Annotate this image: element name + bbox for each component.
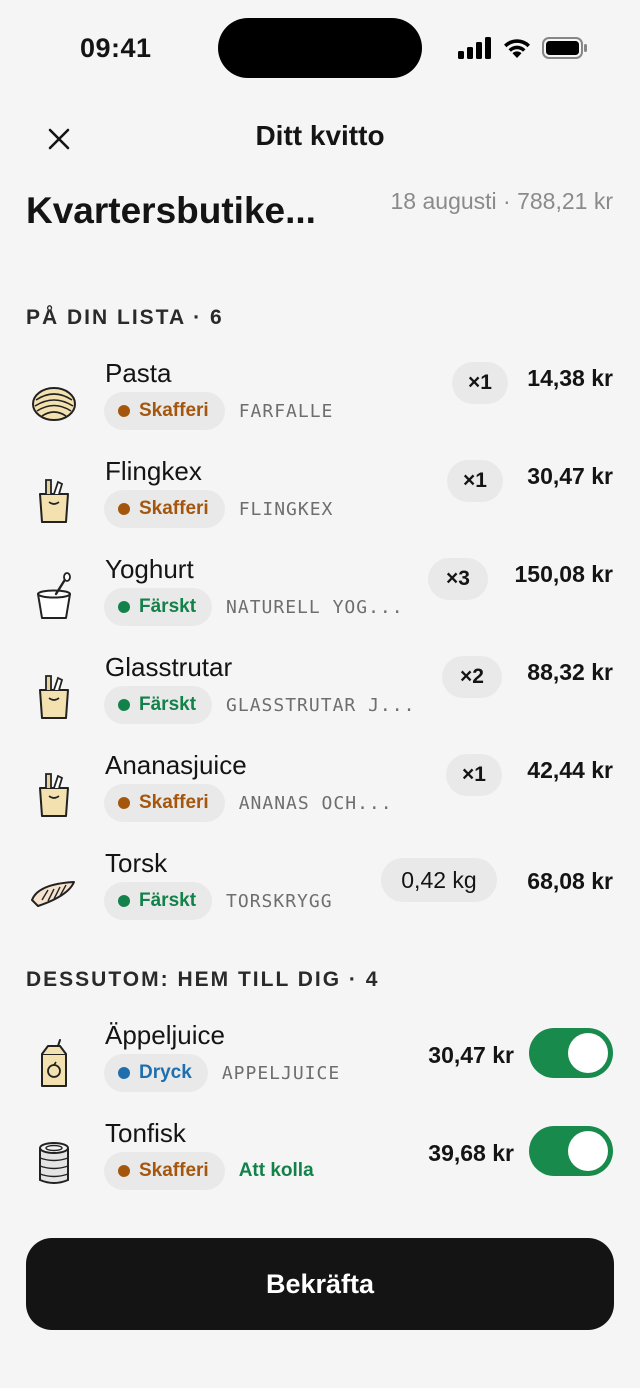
note-label: Att kolla xyxy=(238,1160,314,1181)
include-toggle[interactable] xyxy=(529,1028,613,1078)
item-meta: Färskt TORSKRYGG xyxy=(104,882,333,920)
category-dot xyxy=(118,601,130,613)
item-name: Pasta xyxy=(105,358,172,388)
category-label: Skafferi xyxy=(139,400,209,421)
category-label: Dryck xyxy=(139,1062,192,1083)
list-item[interactable]: Pasta Skafferi FARFALLE ×1 14,38 kr xyxy=(0,358,640,450)
quantity-badge[interactable]: ×1 xyxy=(447,460,503,502)
category-dot xyxy=(118,699,130,711)
section-title-extra: DESSUTOM: HEM TILL DIG · 4 xyxy=(26,968,380,991)
category-label: Skafferi xyxy=(139,1160,209,1181)
item-name: Flingkex xyxy=(105,456,202,486)
item-name: Äppeljuice xyxy=(105,1020,225,1050)
item-price: 30,47 kr xyxy=(527,463,613,489)
status-icons xyxy=(458,34,588,62)
receipt-date-total: 18 augusti · 788,21 kr xyxy=(390,188,613,214)
item-meta: Dryck APPELJUICE xyxy=(104,1054,340,1092)
toggle-knob xyxy=(568,1033,608,1073)
category-label: Skafferi xyxy=(139,792,209,813)
list-item[interactable]: Glasstrutar Färskt GLASSTRUTAR J... ×2 8… xyxy=(0,652,640,744)
receipt-line-text: GLASSTRUTAR J... xyxy=(226,694,416,716)
grocery-bag-icon xyxy=(39,479,69,523)
receipt-line-text: APPELJUICE xyxy=(221,1062,341,1084)
item-price: 14,38 kr xyxy=(527,365,613,391)
extra-item[interactable]: Äppeljuice Dryck APPELJUICE 30,47 kr xyxy=(0,1020,640,1112)
confirm-button[interactable]: Bekräfta xyxy=(26,1238,614,1330)
list-item[interactable]: Ananasjuice Skafferi ANANAS OCH... ×1 42… xyxy=(0,750,640,842)
toggle-knob xyxy=(568,1131,608,1171)
status-time: 09:41 xyxy=(80,33,152,63)
item-meta: Skafferi FLINGKEX xyxy=(104,490,333,528)
quantity-badge[interactable]: ×3 xyxy=(428,558,488,600)
fish-fillet-icon xyxy=(31,881,75,907)
item-name: Torsk xyxy=(105,848,168,878)
page-title: Ditt kvitto xyxy=(255,120,385,151)
juice-carton-icon xyxy=(41,1039,67,1087)
category-badge: Skafferi xyxy=(104,392,225,430)
receipt-line-text: TORSKRYGG xyxy=(226,890,333,912)
item-price: 39,68 kr xyxy=(428,1140,514,1166)
category-badge: Skafferi xyxy=(104,1152,225,1190)
category-badge: Färskt xyxy=(104,686,213,724)
receipt-line-text: ANANAS OCH... xyxy=(238,792,393,814)
item-price: 150,08 kr xyxy=(514,561,613,587)
include-toggle[interactable] xyxy=(529,1126,613,1176)
category-dot xyxy=(118,895,130,907)
cellular-signal-icon xyxy=(458,37,491,59)
grocery-bag-icon xyxy=(39,675,69,719)
receipt-line-text: FLINGKEX xyxy=(238,498,334,520)
battery-icon xyxy=(542,37,587,59)
wifi-icon xyxy=(504,39,530,58)
category-badge: Färskt xyxy=(104,882,213,920)
category-label: Skafferi xyxy=(139,498,209,519)
item-meta: Färskt GLASSTRUTAR J... xyxy=(104,686,415,724)
category-badge: Skafferi xyxy=(104,784,225,822)
tin-can-icon xyxy=(39,1142,69,1184)
item-meta: Färskt NATURELL YOG... xyxy=(104,588,404,626)
dynamic-island xyxy=(218,18,422,78)
section-title-list: PÅ DIN LISTA · 6 xyxy=(26,306,224,329)
list-item[interactable]: Flingkex Skafferi FLINGKEX ×1 30,47 kr xyxy=(0,456,640,548)
category-badge: Skafferi xyxy=(104,490,225,528)
category-badge: Färskt xyxy=(104,588,213,626)
category-label: Färskt xyxy=(139,596,197,617)
category-badge: Dryck xyxy=(104,1054,208,1092)
receipt-line-text: NATURELL YOG... xyxy=(226,596,404,618)
category-dot xyxy=(118,503,130,515)
status-bar: 09:41 xyxy=(0,0,640,96)
item-name: Ananasjuice xyxy=(105,750,247,780)
category-dot xyxy=(118,797,130,809)
extra-item[interactable]: Tonfisk Skafferi Att kolla 39,68 kr xyxy=(0,1118,640,1210)
item-price: 42,44 kr xyxy=(527,757,613,783)
grocery-bag-icon xyxy=(39,773,69,817)
receipt-line-text: FARFALLE xyxy=(238,400,334,422)
item-meta: Skafferi Att kolla xyxy=(104,1152,314,1190)
category-dot xyxy=(118,1165,130,1177)
category-dot xyxy=(118,405,130,417)
list-item[interactable]: Torsk Färskt TORSKRYGG 0,42 kg 68,08 kr xyxy=(0,848,640,940)
pasta-icon xyxy=(32,387,76,421)
item-meta: Skafferi ANANAS OCH... xyxy=(104,784,393,822)
item-name: Glasstrutar xyxy=(105,652,233,682)
yoghurt-icon xyxy=(37,572,71,619)
category-label: Färskt xyxy=(139,694,197,715)
quantity-badge[interactable]: ×1 xyxy=(452,362,508,404)
item-name: Tonfisk xyxy=(105,1118,186,1148)
quantity-badge[interactable]: ×1 xyxy=(446,754,502,796)
item-meta: Skafferi FARFALLE xyxy=(104,392,333,430)
store-name: Kvartersbutike... xyxy=(26,190,316,231)
item-price: 68,08 kr xyxy=(527,868,613,894)
weight-badge[interactable]: 0,42 kg xyxy=(381,858,497,902)
category-label: Färskt xyxy=(139,890,197,911)
category-dot xyxy=(118,1067,130,1079)
list-item[interactable]: Yoghurt Färskt NATURELL YOG... ×3 150,08… xyxy=(0,554,640,646)
item-name: Yoghurt xyxy=(105,554,194,584)
item-price: 30,47 kr xyxy=(428,1042,514,1068)
quantity-badge[interactable]: ×2 xyxy=(442,656,502,698)
item-price: 88,32 kr xyxy=(527,659,613,685)
